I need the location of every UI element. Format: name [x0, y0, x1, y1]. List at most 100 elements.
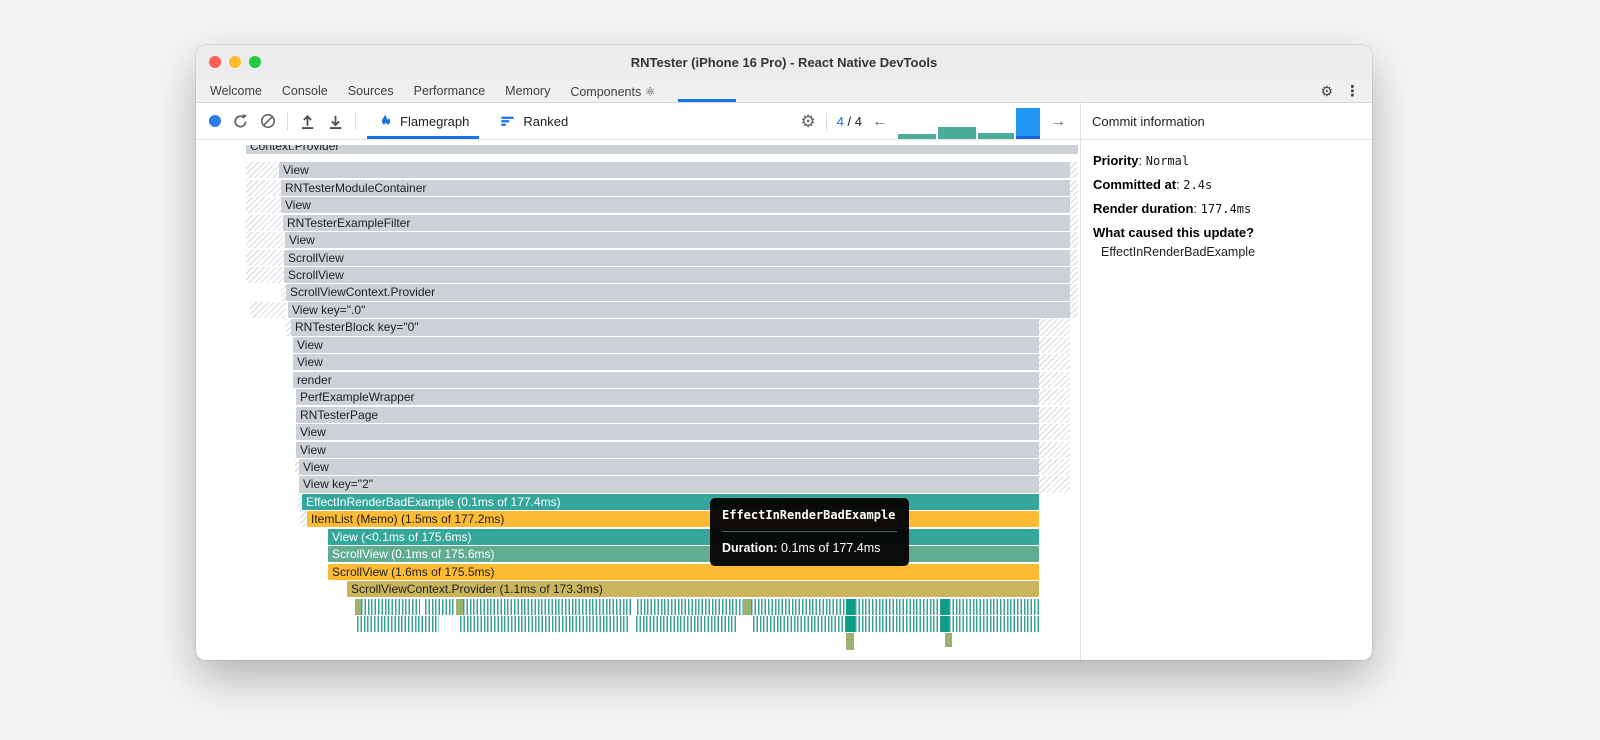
commit-bar[interactable]: [978, 133, 1014, 139]
settings-icon[interactable]: ⚙: [1320, 84, 1333, 98]
next-commit-button[interactable]: →: [1050, 113, 1066, 131]
flame-bar[interactable]: ScrollView (1.6ms of 175.5ms): [328, 563, 1039, 580]
flame-bar-tiny-group[interactable]: [846, 598, 855, 615]
flame-bar-tiny-group[interactable]: [357, 616, 439, 633]
export-profile-icon[interactable]: [327, 113, 344, 130]
flamegraph-tab-label: Flamegraph: [400, 113, 470, 129]
tab-profiler-active[interactable]: [677, 80, 736, 102]
tab-ranked[interactable]: Ranked: [490, 103, 578, 139]
flame-bar-tiny-group[interactable]: [846, 616, 855, 633]
flame-bar-label: RNTesterModuleContainer: [285, 180, 427, 195]
flame-bar-tiny-group[interactable]: [743, 598, 751, 615]
flame-bar[interactable]: View: [279, 162, 1070, 179]
flame-bar-label: ScrollViewContext.Provider: [290, 285, 436, 300]
profiler-toolbar: Flamegraph Ranked ⚙ 4 / 4 ← →: [196, 103, 1080, 140]
commit-bar[interactable]: [938, 127, 976, 139]
flame-bar-tiny-group[interactable]: [751, 598, 846, 615]
flame-bar-tiny-group[interactable]: [855, 598, 941, 615]
previous-commit-button[interactable]: ←: [872, 113, 888, 131]
flame-bar-label: PerfExampleWrapper: [300, 390, 415, 405]
flame-bar-label: View: [297, 355, 323, 370]
flame-bar[interactable]: ScrollViewContext.Provider (1.1ms of 173…: [347, 581, 1039, 598]
import-profile-icon[interactable]: [299, 113, 316, 130]
flame-bar[interactable]: EffectInRenderBadExample (0.1ms of 177.4…: [302, 493, 1039, 511]
flame-bar-tiny-group[interactable]: [425, 598, 455, 615]
did-not-render-hatch: [1070, 214, 1078, 231]
flame-bar[interactable]: RNTesterPage: [296, 406, 1039, 423]
flame-bar[interactable]: Context.Provider: [246, 145, 1078, 155]
flame-bar-label: View: [300, 425, 326, 440]
flame-bar[interactable]: ScrollView: [284, 249, 1070, 266]
flame-bar-tiny-group[interactable]: [637, 598, 743, 615]
flame-bar[interactable]: ScrollView (0.1ms of 175.6ms): [328, 546, 1039, 563]
tab-components[interactable]: Components ⚛: [560, 80, 666, 102]
flame-bar-tiny-group[interactable]: [949, 616, 1039, 633]
flame-bar[interactable]: ScrollView: [284, 267, 1070, 284]
more-menu-icon[interactable]: ⋮: [1345, 84, 1360, 99]
tooltip-duration: Duration: 0.1ms of 177.4ms: [722, 541, 881, 555]
did-not-render-hatch: [1070, 197, 1078, 214]
flame-bar-tiny-group[interactable]: [456, 598, 463, 615]
toolbar-divider: [287, 112, 288, 130]
update-cause-component[interactable]: EffectInRenderBadExample: [1093, 245, 1360, 259]
flame-bar[interactable]: View (<0.1ms of 175.6ms): [328, 528, 1039, 545]
commit-bar[interactable]: [898, 134, 936, 139]
flame-bar-tiny-group[interactable]: [753, 616, 846, 633]
devtools-window: RNTester (iPhone 16 Pro) - React Native …: [196, 45, 1372, 660]
tab-strip: Welcome Console Sources Performance Memory Co…: [196, 80, 1372, 103]
tab-console[interactable]: Console: [272, 80, 338, 102]
tab-performance[interactable]: Performance: [404, 80, 496, 102]
flame-bar-tiny-group[interactable]: [949, 598, 1039, 615]
ranked-tab-label: Ranked: [523, 113, 569, 129]
tab-flamegraph[interactable]: Flamegraph: [367, 103, 480, 139]
flame-bar-label: View (<0.1ms of 175.6ms): [332, 529, 472, 544]
flame-bar[interactable]: View: [293, 336, 1039, 353]
flame-bar-tiny-group[interactable]: [941, 616, 949, 633]
tooltip-divider: [722, 531, 897, 532]
flame-bar-tiny-group[interactable]: [361, 598, 420, 615]
commit-selector-chart[interactable]: [898, 108, 1040, 140]
clear-icon[interactable]: [260, 113, 276, 129]
flame-bar-label: render: [297, 372, 332, 387]
did-not-render-hatch: [1070, 267, 1078, 284]
flame-bar-tiny-group[interactable]: [941, 598, 949, 615]
flame-bar[interactable]: View: [293, 354, 1039, 371]
reload-icon[interactable]: [232, 113, 249, 130]
flame-bar[interactable]: ItemList (Memo) (1.5ms of 177.2ms): [307, 511, 1039, 528]
flame-bar-label: View: [289, 233, 315, 248]
flame-bar-tiny[interactable]: [846, 633, 854, 650]
did-not-render-hatch: [1070, 284, 1078, 301]
ranked-chart-icon: [501, 116, 514, 126]
profiler-settings-icon[interactable]: ⚙: [800, 112, 815, 132]
flame-bar-label: View key=".0": [292, 302, 366, 317]
flame-bar-tiny-group[interactable]: [460, 616, 630, 633]
flame-bar[interactable]: PerfExampleWrapper: [296, 389, 1039, 406]
tab-welcome[interactable]: Welcome: [200, 80, 272, 102]
flame-bar-tiny-group[interactable]: [636, 616, 736, 633]
flame-bar[interactable]: RNTesterModuleContainer: [281, 179, 1070, 196]
flame-bar-tiny-group[interactable]: [463, 598, 631, 615]
commit-bar-selected[interactable]: [1016, 108, 1040, 139]
flame-bar[interactable]: RNTesterExampleFilter: [283, 214, 1070, 231]
flame-bar[interactable]: View: [296, 424, 1039, 441]
flame-bar[interactable]: View: [299, 458, 1039, 476]
did-not-render-hatch: [1039, 406, 1070, 423]
flame-bar[interactable]: render: [293, 371, 1039, 388]
flame-bar[interactable]: View: [281, 197, 1070, 214]
title-bar: RNTester (iPhone 16 Pro) - React Native …: [196, 45, 1372, 80]
record-button[interactable]: [209, 115, 221, 127]
tab-sources[interactable]: Sources: [338, 80, 404, 102]
flame-bar[interactable]: View: [296, 441, 1039, 458]
flame-bar[interactable]: RNTesterBlock key="0": [291, 319, 1039, 336]
flame-bar[interactable]: ScrollViewContext.Provider: [286, 284, 1070, 301]
did-not-render-hatch: [1039, 441, 1070, 458]
flame-bar[interactable]: View: [285, 232, 1070, 249]
did-not-render-hatch: [250, 301, 286, 319]
flame-bar-tiny-group[interactable]: [855, 616, 941, 633]
did-not-render-hatch: [1039, 354, 1070, 371]
flame-bar[interactable]: View key="2": [299, 476, 1039, 493]
did-not-render-hatch: [1070, 162, 1078, 179]
flame-bar[interactable]: View key=".0": [288, 301, 1070, 319]
flame-bar-tiny[interactable]: [945, 633, 952, 647]
tab-memory[interactable]: Memory: [495, 80, 560, 102]
